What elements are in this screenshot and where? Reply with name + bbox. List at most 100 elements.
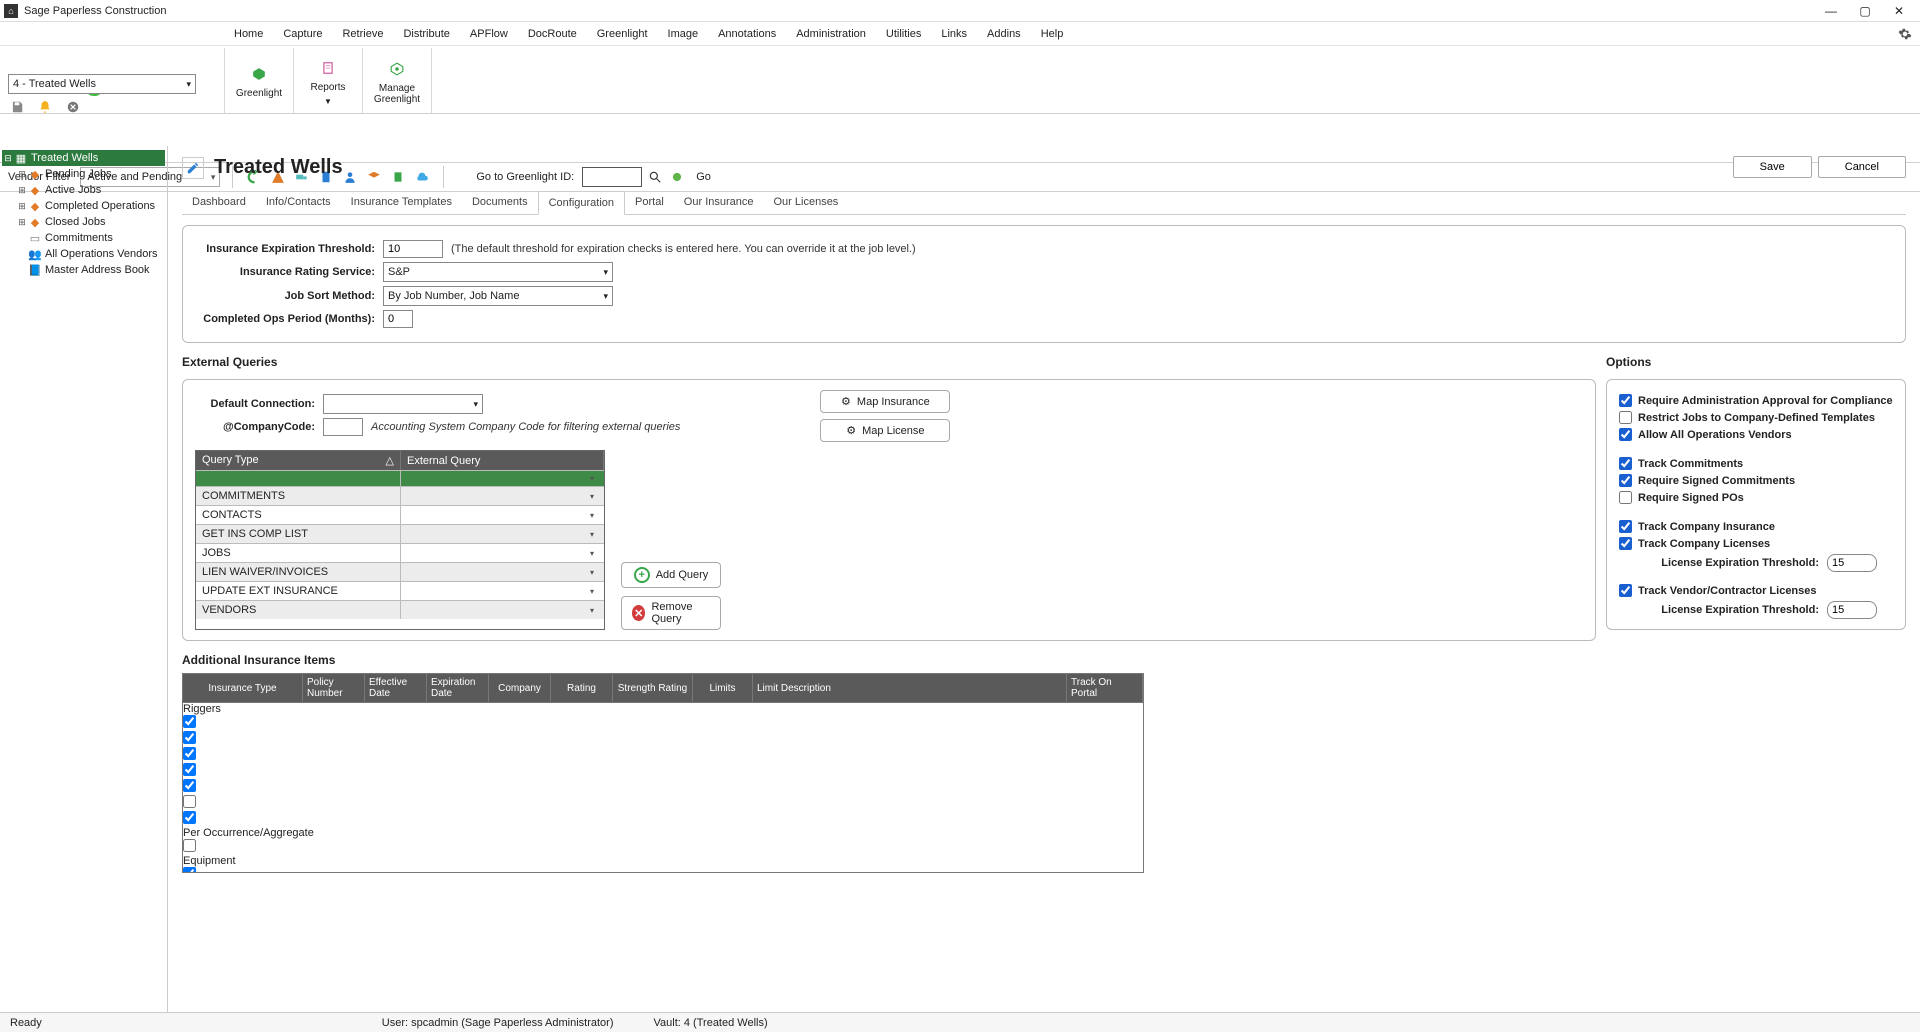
map-license-button[interactable]: ⚙ Map License xyxy=(820,419,950,442)
completed-input[interactable] xyxy=(383,310,413,328)
save-button[interactable]: Save xyxy=(1733,156,1812,178)
tab-configuration[interactable]: Configuration xyxy=(538,191,625,215)
expand-icon[interactable]: ⊞ xyxy=(16,169,28,180)
col-insurance-type[interactable]: Insurance Type xyxy=(183,674,303,702)
query-row[interactable]: JOBS▾ xyxy=(196,543,604,562)
opt-require-signed-commitments[interactable] xyxy=(1619,474,1632,487)
jobsort-select[interactable]: By Job Number, Job Name▾ xyxy=(383,286,613,306)
close-circle-icon[interactable] xyxy=(64,98,82,116)
row-checkbox[interactable] xyxy=(183,747,196,760)
menu-links[interactable]: Links xyxy=(931,25,977,43)
settings-gear-icon[interactable] xyxy=(1896,25,1914,43)
menu-help[interactable]: Help xyxy=(1031,25,1074,43)
opt-track-vendor-licenses[interactable] xyxy=(1619,584,1632,597)
query-row[interactable]: COMMITMENTS▾ xyxy=(196,486,604,505)
vendor-license-threshold-input[interactable] xyxy=(1827,601,1877,619)
default-conn-select[interactable]: ▾ xyxy=(323,394,483,414)
tree-commitments[interactable]: ▭Commitments xyxy=(2,230,165,246)
row-checkbox[interactable] xyxy=(183,795,196,808)
add-query-button[interactable]: + Add Query xyxy=(621,562,721,588)
col-company[interactable]: Company xyxy=(489,674,551,702)
row-checkbox[interactable] xyxy=(183,763,196,776)
col-expiration-date[interactable]: Expiration Date xyxy=(427,674,489,702)
opt-allow-all-vendors[interactable] xyxy=(1619,428,1632,441)
query-row[interactable]: LIEN WAIVER/INVOICES▾ xyxy=(196,562,604,581)
tab-portal[interactable]: Portal xyxy=(625,191,674,214)
menu-home[interactable]: Home xyxy=(224,25,273,43)
maximize-button[interactable]: ▢ xyxy=(1848,1,1882,21)
tab-info-contacts[interactable]: Info/Contacts xyxy=(256,191,341,214)
opt-restrict-jobs[interactable] xyxy=(1619,411,1632,424)
expand-icon[interactable]: ⊞ xyxy=(16,185,28,196)
row-checkbox[interactable] xyxy=(183,839,196,852)
menu-docroute[interactable]: DocRoute xyxy=(518,25,587,43)
insurance-row[interactable]: RiggersPer Occurrence/Aggregate xyxy=(183,703,1143,855)
opt-track-commitments[interactable] xyxy=(1619,457,1632,470)
menu-annotations[interactable]: Annotations xyxy=(708,25,786,43)
query-row[interactable]: ▾ xyxy=(196,470,604,486)
row-checkbox[interactable] xyxy=(183,811,196,824)
tree-active-jobs[interactable]: ⊞◆Active Jobs xyxy=(2,182,165,198)
query-row[interactable]: GET INS COMP LIST▾ xyxy=(196,524,604,543)
tree-master-address[interactable]: 📘Master Address Book xyxy=(2,262,165,278)
save-icon[interactable] xyxy=(8,98,26,116)
menu-addins[interactable]: Addins xyxy=(977,25,1031,43)
col-track-on-portal[interactable]: Track On Portal xyxy=(1067,674,1143,702)
query-row[interactable]: UPDATE EXT INSURANCE▾ xyxy=(196,581,604,600)
row-checkbox[interactable] xyxy=(183,779,196,792)
col-external-query[interactable]: External Query xyxy=(401,451,604,470)
minimize-button[interactable]: ― xyxy=(1814,1,1848,21)
tab-documents[interactable]: Documents xyxy=(462,191,538,214)
col-limit-description[interactable]: Limit Description xyxy=(753,674,1067,702)
col-policy-number[interactable]: Policy Number xyxy=(303,674,365,702)
tree-completed-ops[interactable]: ⊞◆Completed Operations xyxy=(2,198,165,214)
row-checkbox[interactable] xyxy=(183,731,196,744)
query-row[interactable]: VENDORS▾ xyxy=(196,600,604,619)
vault-selector[interactable]: 4 - Treated Wells ▾ xyxy=(8,74,196,94)
ribbon-greenlight[interactable]: Greenlight xyxy=(224,48,294,113)
map-insurance-button[interactable]: ⚙ Map Insurance xyxy=(820,390,950,413)
opt-track-company-insurance[interactable] xyxy=(1619,520,1632,533)
ribbon-reports[interactable]: Reports ▼ xyxy=(293,48,363,113)
opt-require-signed-pos[interactable] xyxy=(1619,491,1632,504)
menu-greenlight[interactable]: Greenlight xyxy=(587,25,658,43)
bell-icon[interactable] xyxy=(36,98,54,116)
expand-icon[interactable]: ⊞ xyxy=(16,201,28,212)
col-rating[interactable]: Rating xyxy=(551,674,613,702)
menu-image[interactable]: Image xyxy=(658,25,709,43)
tree-closed-jobs[interactable]: ⊞◆Closed Jobs xyxy=(2,214,165,230)
col-limits[interactable]: Limits xyxy=(693,674,753,702)
menu-retrieve[interactable]: Retrieve xyxy=(332,25,393,43)
row-checkbox[interactable] xyxy=(183,867,196,873)
companycode-input[interactable] xyxy=(323,418,363,436)
query-row[interactable]: CONTACTS▾ xyxy=(196,505,604,524)
expand-icon[interactable]: ⊞ xyxy=(16,217,28,228)
opt-track-company-licenses[interactable] xyxy=(1619,537,1632,550)
edit-icon[interactable] xyxy=(182,157,204,179)
cancel-button[interactable]: Cancel xyxy=(1818,156,1906,178)
row-checkbox[interactable] xyxy=(183,715,196,728)
menu-administration[interactable]: Administration xyxy=(786,25,876,43)
menu-utilities[interactable]: Utilities xyxy=(876,25,931,43)
col-effective-date[interactable]: Effective Date xyxy=(365,674,427,702)
tree-pending-jobs[interactable]: ⊞◆Pending Jobs xyxy=(2,166,165,182)
tree-all-vendors[interactable]: 👥All Operations Vendors xyxy=(2,246,165,262)
tab-our-licenses[interactable]: Our Licenses xyxy=(764,191,849,214)
company-license-threshold-input[interactable] xyxy=(1827,554,1877,572)
opt-require-admin-approval[interactable] xyxy=(1619,394,1632,407)
rating-select[interactable]: S&P▾ xyxy=(383,262,613,282)
menu-distribute[interactable]: Distribute xyxy=(393,25,459,43)
ins-exp-input[interactable] xyxy=(383,240,443,258)
menu-apflow[interactable]: APFlow xyxy=(460,25,518,43)
tab-dashboard[interactable]: Dashboard xyxy=(182,191,256,214)
col-strength-rating[interactable]: Strength Rating xyxy=(613,674,693,702)
ribbon-manage-greenlight[interactable]: Manage Greenlight xyxy=(362,48,432,113)
tree-root[interactable]: ⊟ ▦ Treated Wells xyxy=(2,150,165,166)
remove-query-button[interactable]: ✕ Remove Query xyxy=(621,596,721,630)
tab-our-insurance[interactable]: Our Insurance xyxy=(674,191,764,214)
collapse-icon[interactable]: ⊟ xyxy=(2,153,14,164)
insurance-row[interactable]: Equipment xyxy=(183,855,1143,873)
col-query-type[interactable]: Query Type △ xyxy=(196,451,401,470)
menu-capture[interactable]: Capture xyxy=(273,25,332,43)
tab-insurance-templates[interactable]: Insurance Templates xyxy=(341,191,462,214)
